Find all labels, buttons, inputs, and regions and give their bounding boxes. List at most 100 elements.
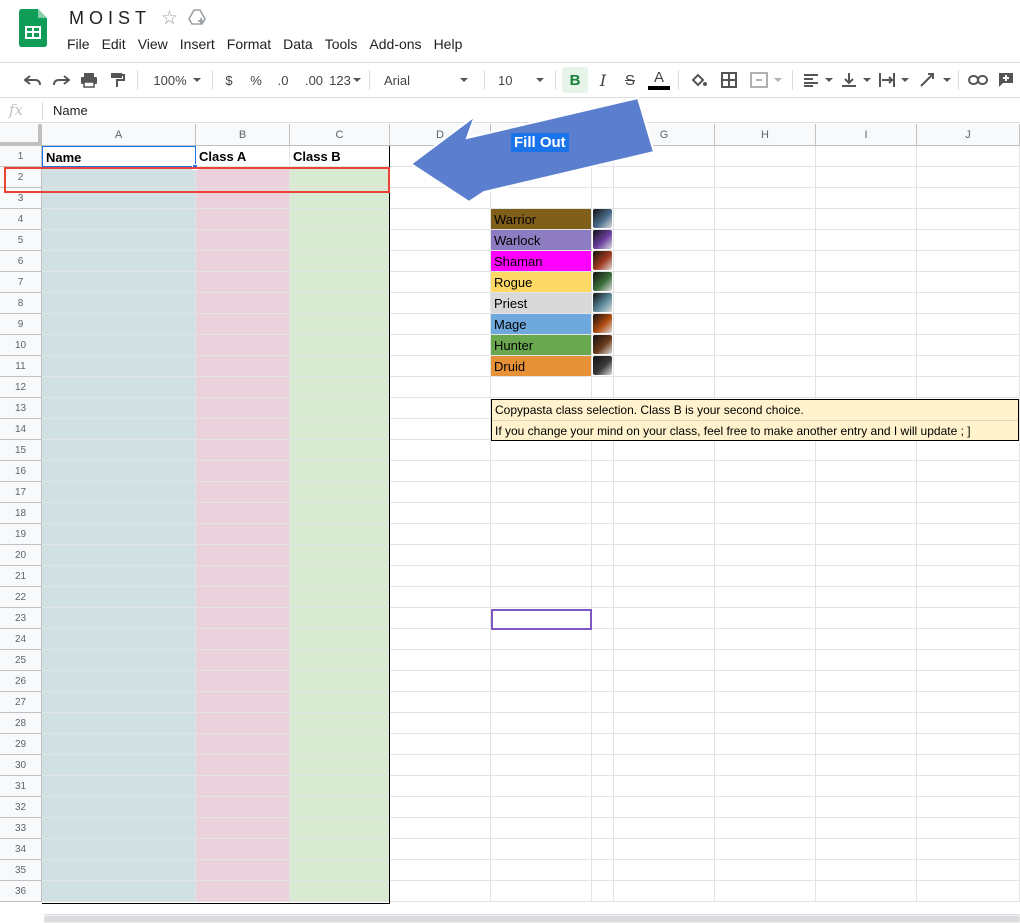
grid-cell[interactable] bbox=[917, 839, 1020, 860]
grid-cell[interactable] bbox=[614, 860, 715, 881]
grid-cell[interactable] bbox=[592, 272, 614, 293]
menu-file[interactable]: File bbox=[61, 34, 96, 54]
grid-cell[interactable] bbox=[614, 566, 715, 587]
grid-cell[interactable] bbox=[491, 692, 592, 713]
grid-cell[interactable] bbox=[592, 713, 614, 734]
grid-cell[interactable] bbox=[42, 881, 196, 902]
row-header[interactable]: 13 bbox=[0, 398, 42, 419]
grid-cell[interactable] bbox=[715, 167, 816, 188]
grid-cell[interactable] bbox=[196, 881, 290, 902]
grid-cell[interactable] bbox=[917, 461, 1020, 482]
grid-cell[interactable] bbox=[816, 629, 917, 650]
row-header[interactable]: 24 bbox=[0, 629, 42, 650]
selected-cell-outline[interactable] bbox=[491, 609, 592, 630]
grid-cell[interactable] bbox=[816, 482, 917, 503]
grid-cell[interactable] bbox=[390, 440, 491, 461]
grid-cell[interactable] bbox=[290, 293, 390, 314]
grid-cell[interactable] bbox=[816, 335, 917, 356]
grid-cell[interactable] bbox=[592, 251, 614, 272]
grid-cell[interactable] bbox=[491, 482, 592, 503]
grid-cell[interactable] bbox=[917, 293, 1020, 314]
grid-cell[interactable] bbox=[614, 818, 715, 839]
grid-cell[interactable] bbox=[917, 797, 1020, 818]
grid-cell[interactable] bbox=[592, 314, 614, 335]
grid-cell[interactable] bbox=[715, 188, 816, 209]
grid-cell[interactable] bbox=[592, 839, 614, 860]
class-name-cell[interactable]: Mage bbox=[491, 314, 592, 335]
class-name-cell[interactable]: Priest bbox=[491, 293, 592, 314]
grid-cell[interactable] bbox=[715, 524, 816, 545]
grid-cell[interactable] bbox=[390, 482, 491, 503]
grid-cell[interactable] bbox=[491, 776, 592, 797]
grid-cell[interactable] bbox=[614, 587, 715, 608]
class-name-cell[interactable]: Warrior bbox=[491, 209, 592, 230]
grid-cell[interactable] bbox=[917, 230, 1020, 251]
grid-cell[interactable] bbox=[917, 629, 1020, 650]
grid-cell[interactable] bbox=[816, 377, 917, 398]
grid-cell[interactable] bbox=[196, 713, 290, 734]
grid-cell[interactable] bbox=[614, 482, 715, 503]
grid-cell[interactable] bbox=[290, 650, 390, 671]
grid-cell[interactable] bbox=[715, 587, 816, 608]
grid-cell[interactable] bbox=[196, 461, 290, 482]
grid-cell[interactable] bbox=[196, 650, 290, 671]
grid-cell[interactable] bbox=[390, 776, 491, 797]
grid-cell[interactable] bbox=[491, 650, 592, 671]
grid-cell[interactable] bbox=[390, 335, 491, 356]
grid-cell[interactable] bbox=[390, 314, 491, 335]
horizontal-scrollbar[interactable] bbox=[44, 914, 1020, 923]
grid-cell[interactable] bbox=[196, 566, 290, 587]
grid-cell[interactable] bbox=[917, 608, 1020, 629]
grid-cell[interactable] bbox=[715, 629, 816, 650]
grid-cell[interactable] bbox=[917, 734, 1020, 755]
grid-cell[interactable] bbox=[290, 419, 390, 440]
grid-cell[interactable] bbox=[290, 356, 390, 377]
grid-cell[interactable] bbox=[816, 188, 917, 209]
grid-cell[interactable] bbox=[290, 629, 390, 650]
grid-cell[interactable] bbox=[390, 587, 491, 608]
grid-cell[interactable] bbox=[715, 818, 816, 839]
grid-cell[interactable] bbox=[491, 860, 592, 881]
grid-cell[interactable] bbox=[42, 776, 196, 797]
grid-cell[interactable] bbox=[290, 272, 390, 293]
grid-cell[interactable] bbox=[614, 839, 715, 860]
grid-cell[interactable] bbox=[614, 314, 715, 335]
grid-cell[interactable] bbox=[715, 251, 816, 272]
grid-cell[interactable] bbox=[196, 629, 290, 650]
grid-cell[interactable] bbox=[42, 314, 196, 335]
increase-decimal-button[interactable]: .00 bbox=[300, 67, 328, 93]
grid-cell[interactable] bbox=[42, 503, 196, 524]
grid-cell[interactable] bbox=[816, 776, 917, 797]
grid-cell[interactable] bbox=[592, 503, 614, 524]
grid-cell[interactable] bbox=[290, 608, 390, 629]
grid-cell[interactable] bbox=[390, 398, 491, 419]
row-header[interactable]: 34 bbox=[0, 839, 42, 860]
class-name-cell[interactable]: Druid bbox=[491, 356, 592, 377]
grid-cell[interactable] bbox=[290, 209, 390, 230]
grid-cell[interactable] bbox=[592, 671, 614, 692]
grid-cell[interactable] bbox=[917, 146, 1020, 167]
grid-cell[interactable] bbox=[715, 608, 816, 629]
row-header[interactable]: 4 bbox=[0, 209, 42, 230]
row-header[interactable]: 22 bbox=[0, 587, 42, 608]
grid-cell[interactable] bbox=[290, 524, 390, 545]
grid-cell[interactable] bbox=[715, 209, 816, 230]
row-header[interactable]: 21 bbox=[0, 566, 42, 587]
grid-cell[interactable] bbox=[816, 839, 917, 860]
grid-cell[interactable] bbox=[614, 230, 715, 251]
grid-cell[interactable] bbox=[816, 146, 917, 167]
grid-cell[interactable] bbox=[42, 230, 196, 251]
move-to-drive-icon[interactable] bbox=[188, 9, 206, 25]
grid-cell[interactable] bbox=[816, 167, 917, 188]
grid-cell[interactable] bbox=[196, 734, 290, 755]
row-header[interactable]: 17 bbox=[0, 482, 42, 503]
row-header[interactable]: 1 bbox=[0, 146, 42, 167]
grid-cell[interactable] bbox=[816, 713, 917, 734]
table-header-cell[interactable]: Class B bbox=[290, 146, 390, 167]
grid-cell[interactable] bbox=[614, 671, 715, 692]
grid-cell[interactable] bbox=[390, 356, 491, 377]
table-header-cell[interactable]: Class A bbox=[196, 146, 290, 167]
grid-cell[interactable] bbox=[290, 377, 390, 398]
grid-cell[interactable] bbox=[614, 356, 715, 377]
grid-cell[interactable] bbox=[614, 209, 715, 230]
